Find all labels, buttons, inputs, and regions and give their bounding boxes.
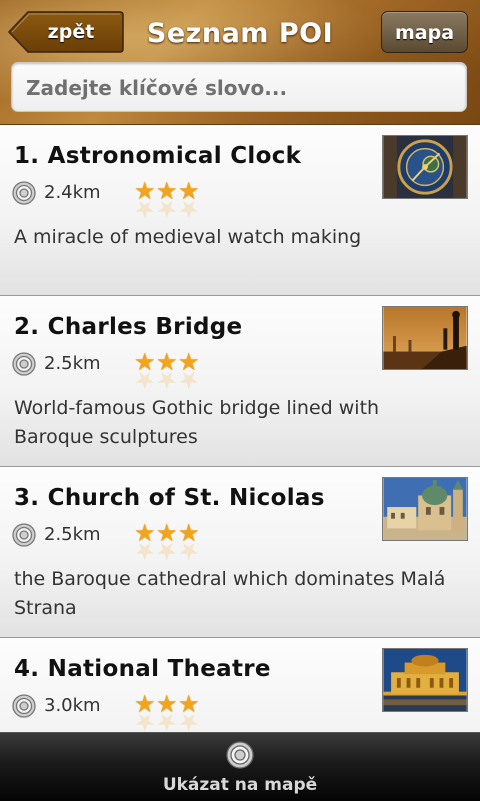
rating-stars: ★ ★ ★ ★ ★ ★	[134, 692, 204, 732]
poi-row[interactable]: 1. Astronomical Clock 2.4km ★ ★ ★ ★ ★ ★ …	[0, 125, 480, 296]
charles-bridge-thumbnail[interactable]	[382, 306, 468, 370]
header: zpět Seznam POI mapa	[0, 0, 480, 125]
poi-title: 3. Church of St. Nicolas	[14, 485, 325, 511]
poi-distance: 2.5km	[44, 353, 101, 374]
rating-stars: ★ ★ ★ ★ ★ ★	[134, 179, 204, 223]
poi-description: the Baroque cathedral which dominates Ma…	[14, 568, 446, 619]
distance-target-icon	[12, 694, 36, 718]
map-button[interactable]: mapa	[381, 11, 468, 53]
poi-distance: 2.5km	[44, 524, 101, 545]
poi-row[interactable]: 2. Charles Bridge 2.5km ★ ★ ★ ★ ★ ★ Worl…	[0, 296, 480, 467]
astronomical-clock-thumbnail[interactable]	[382, 135, 468, 199]
rating-stars: ★ ★ ★ ★ ★ ★	[134, 521, 204, 565]
star-reflection-icon: ★	[156, 708, 178, 732]
star-reflection-icon: ★	[156, 366, 178, 394]
distance-target-icon	[12, 181, 36, 205]
star-reflection-icon: ★	[134, 708, 156, 732]
poi-row[interactable]: 3. Church of St. Nicolas 2.5km ★ ★ ★ ★ ★…	[0, 467, 480, 638]
poi-list[interactable]: 1. Astronomical Clock 2.4km ★ ★ ★ ★ ★ ★ …	[0, 125, 480, 732]
star-reflection-icon: ★	[178, 708, 200, 732]
show-on-map-bar[interactable]: Ukázat na mapě	[0, 732, 480, 801]
poi-row[interactable]: 4. National Theatre 3.0km ★ ★ ★ ★ ★ ★	[0, 638, 480, 732]
star-reflection-icon: ★	[178, 366, 200, 394]
page-title: Seznam POI	[146, 18, 334, 49]
back-button[interactable]: zpět	[8, 11, 124, 53]
show-on-map-label: Ukázat na mapě	[162, 775, 318, 795]
poi-description: World-famous Gothic bridge lined with Ba…	[14, 397, 380, 448]
poi-distance: 3.0km	[44, 695, 101, 716]
poi-distance: 2.4km	[44, 182, 101, 203]
star-reflection-icon: ★	[156, 195, 178, 223]
back-button-label: zpět	[47, 21, 95, 43]
search-box	[11, 62, 467, 113]
poi-title: 2. Charles Bridge	[14, 314, 243, 340]
target-icon	[226, 741, 254, 769]
star-reflection-icon: ★	[156, 537, 178, 565]
star-reflection-icon: ★	[178, 195, 200, 223]
star-reflection-icon: ★	[178, 537, 200, 565]
rating-stars: ★ ★ ★ ★ ★ ★	[134, 350, 204, 394]
poi-title: 4. National Theatre	[14, 656, 271, 682]
star-reflection-icon: ★	[134, 195, 156, 223]
star-reflection-icon: ★	[134, 366, 156, 394]
distance-target-icon	[12, 352, 36, 376]
poi-description: A miracle of medieval watch making	[14, 226, 362, 248]
poi-title: 1. Astronomical Clock	[14, 143, 302, 169]
star-reflection-icon: ★	[134, 537, 156, 565]
church-st-nicolas-thumbnail[interactable]	[382, 477, 468, 541]
national-theatre-thumbnail[interactable]	[382, 648, 468, 712]
search-input[interactable]	[24, 63, 460, 113]
distance-target-icon	[12, 523, 36, 547]
